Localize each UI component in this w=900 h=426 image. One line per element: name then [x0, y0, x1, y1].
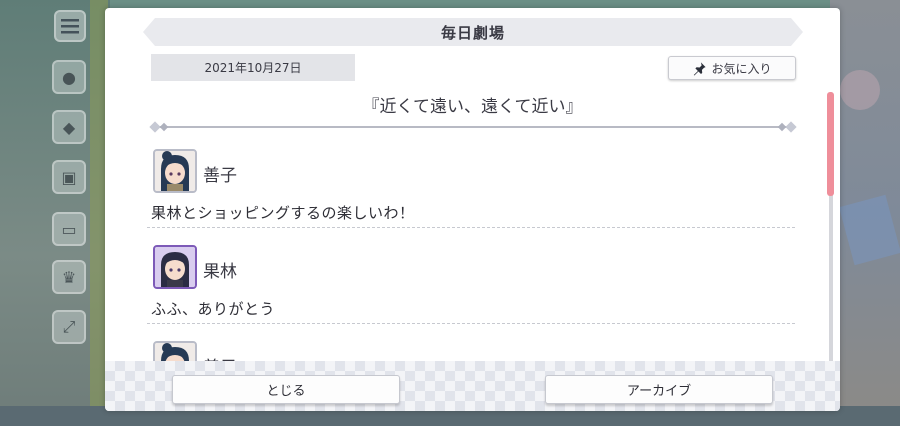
background-right-badge — [840, 70, 880, 110]
dialog-title: 毎日劇場 — [143, 18, 803, 46]
gift-icon[interactable]: ▣ — [52, 160, 86, 194]
pin-icon — [694, 61, 707, 76]
divider-diamond-left-inner — [159, 122, 169, 132]
dialogue-separator — [147, 227, 795, 228]
chat-icon[interactable]: ● — [52, 60, 86, 94]
avatar-yoshiko — [153, 149, 197, 193]
divider-diamond-right — [785, 121, 797, 133]
dialogue-line: 果林とショッピングするの楽しいわ！ — [151, 204, 415, 222]
dialogue-item: 果林 ふふ、ありがとう — [143, 240, 795, 336]
mascot-icon[interactable]: ◆ — [52, 110, 86, 144]
speaker-name: 善子 — [203, 166, 237, 186]
archive-button[interactable]: アーカイブ — [545, 375, 773, 404]
screen-icon[interactable]: ▭ — [52, 212, 86, 246]
trophy-icon[interactable]: ♛ — [52, 260, 86, 294]
favorite-button-label: お気に入り — [711, 61, 772, 76]
dialogue-item: 善子 果林とショッピングするの楽しいわ！ — [143, 144, 795, 240]
dialogue-separator — [147, 323, 795, 324]
daily-theater-dialog: 毎日劇場 2021年10月27日 お気に入り 『近くて遠い、遠くて近い』 善子 … — [105, 8, 840, 411]
avatar-karin — [153, 245, 197, 289]
speaker-name: 果林 — [203, 262, 237, 282]
favorite-button[interactable]: お気に入り — [668, 56, 796, 80]
hamburger-icon[interactable] — [54, 10, 86, 42]
scrollbar-thumb[interactable] — [827, 92, 834, 196]
title-divider — [153, 126, 791, 128]
date-label: 2021年10月27日 — [151, 54, 355, 81]
close-button[interactable]: とじる — [172, 375, 400, 404]
expand-icon[interactable]: ⤢ — [52, 310, 86, 344]
dialogue-line: ふふ、ありがとう — [151, 300, 276, 318]
story-title: 『近くて遠い、遠くて近い』 — [362, 97, 583, 117]
dialogue-list[interactable]: 善子 果林とショッピングするの楽しいわ！ 果林 ふふ、ありがとう — [143, 144, 795, 366]
